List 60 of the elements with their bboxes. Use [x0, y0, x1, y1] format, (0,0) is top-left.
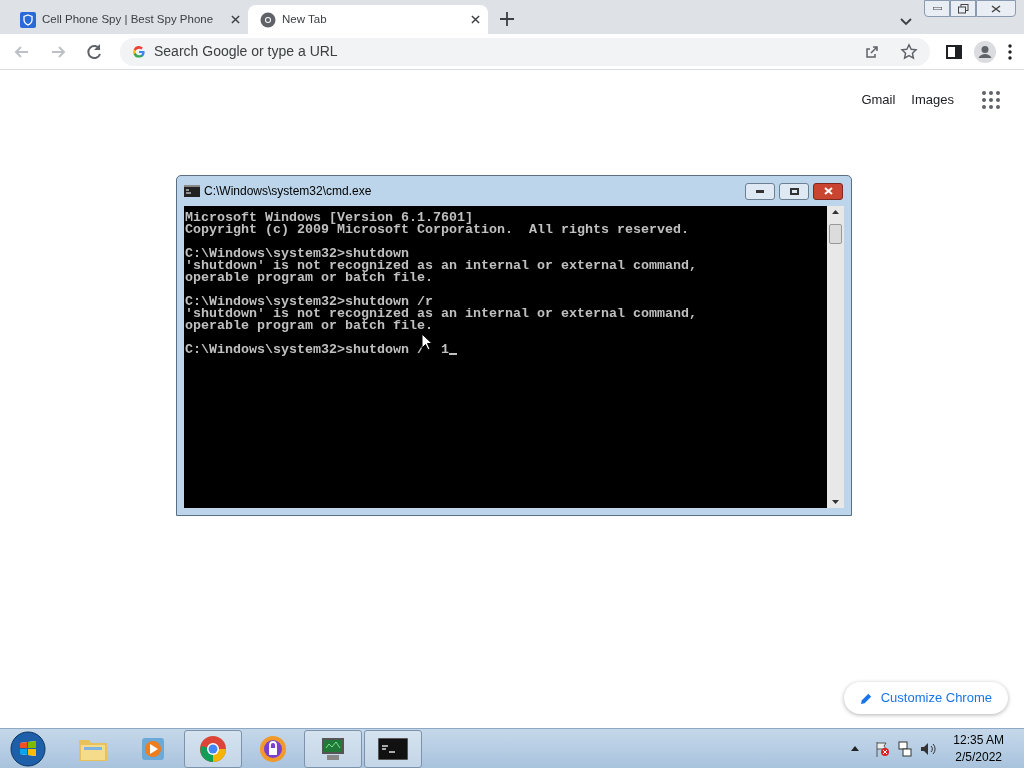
scrollbar[interactable] [827, 206, 844, 508]
chrome-icon [199, 734, 227, 763]
start-button[interactable] [10, 730, 46, 767]
scroll-up-icon[interactable] [832, 210, 839, 214]
console-line: operable program or batch file. [185, 320, 433, 332]
console-line: C:\Windows\system32>shutdown /r [185, 296, 433, 308]
minimize-icon [932, 7, 942, 10]
close-button[interactable] [813, 182, 843, 200]
pencil-icon [859, 691, 873, 705]
menu-icon[interactable] [1008, 43, 1012, 60]
tab-title: New Tab [282, 11, 328, 27]
close-icon[interactable] [471, 15, 480, 24]
console-line: 'shutdown' is not recognized as an internal or external command, [185, 260, 697, 272]
new-tab-icon[interactable] [500, 12, 514, 26]
mouse-pointer-icon [421, 333, 433, 351]
console-line: C:\Windows\system32>shutdown [185, 248, 409, 260]
monitor-icon [319, 735, 347, 762]
console-line: 'shutdown' is not recognized as an internal or external command, [185, 308, 697, 320]
apps-grid-icon[interactable] [982, 90, 1000, 109]
browser-tab[interactable]: New Tab [248, 5, 488, 34]
side-panel-icon[interactable] [946, 43, 962, 60]
minimize-button[interactable] [745, 182, 775, 200]
lock-shield-icon [259, 734, 287, 763]
restore-icon [957, 3, 969, 14]
play-icon [140, 735, 166, 762]
header-link[interactable]: Gmail [861, 90, 896, 110]
chrome-icon [260, 11, 276, 28]
taskbar-button[interactable] [364, 729, 422, 768]
maximize-button[interactable] [779, 182, 809, 200]
text-cursor [448, 353, 457, 355]
flag-warning-icon[interactable] [874, 740, 891, 757]
minimize-icon [756, 189, 764, 193]
show-hidden-icons-icon[interactable] [851, 746, 860, 751]
share-icon[interactable] [864, 43, 880, 60]
console-icon [184, 185, 200, 197]
console-line: Copyright (c) 2009 Microsoft Corporation. All rights reserved. [185, 224, 689, 236]
network-icon[interactable] [897, 740, 914, 757]
console-icon [378, 737, 408, 760]
scroll-down-icon[interactable] [832, 500, 839, 504]
clock-time[interactable]: 12:35 AM [953, 731, 1004, 749]
tab-title: Cell Phone Spy | Best Spy Phone [42, 11, 215, 27]
close-icon [823, 187, 833, 195]
close-icon [991, 4, 1001, 13]
tab-search-icon[interactable] [900, 18, 912, 26]
shield-icon [20, 11, 36, 28]
console-line: operable program or batch file. [185, 272, 433, 284]
bookmark-star-icon[interactable] [900, 42, 918, 61]
google-g-icon [132, 44, 146, 59]
close-button[interactable] [976, 0, 1016, 17]
profile-avatar-icon[interactable] [974, 40, 996, 63]
header-link[interactable]: Images [911, 90, 954, 110]
scroll-thumb[interactable] [829, 224, 842, 244]
clock-date[interactable]: 2/5/2022 [955, 748, 1002, 766]
restore-button[interactable] [950, 0, 976, 17]
omnibox[interactable]: Search Google or type a URL [120, 37, 930, 66]
maximize-icon [789, 187, 799, 195]
close-icon[interactable] [231, 15, 240, 24]
console-line: Microsoft Windows [Version 6.1.7601] [185, 212, 473, 224]
customize-chrome-button[interactable]: Customize Chrome [843, 682, 1008, 714]
window-title: C:\Windows\system32\cmd.exe [204, 183, 373, 200]
